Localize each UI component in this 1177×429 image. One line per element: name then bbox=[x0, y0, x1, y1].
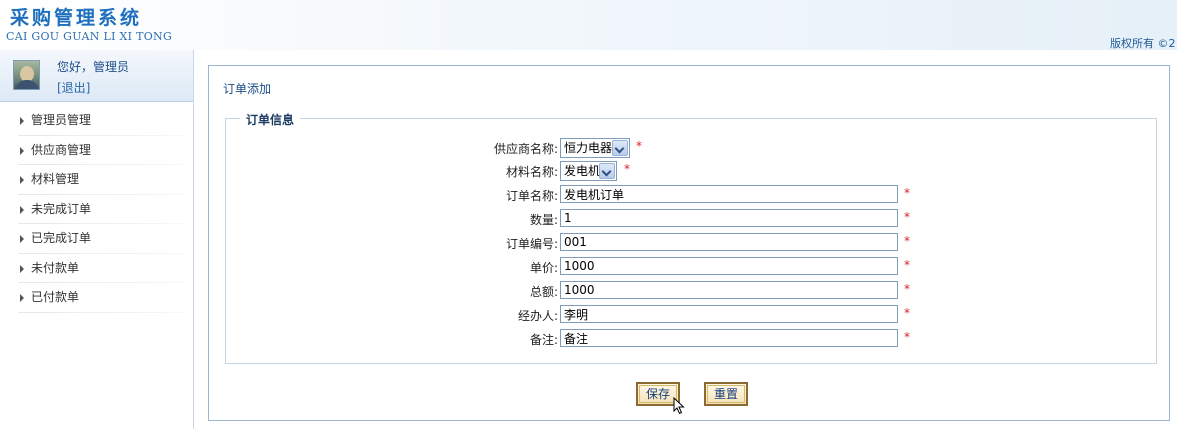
total-input[interactable] bbox=[560, 281, 898, 299]
sidebar-item-unpaid[interactable]: 未付款单 bbox=[0, 254, 193, 284]
form-row-order-number: 订单编号: * bbox=[226, 233, 1158, 251]
chevron-down-icon[interactable] bbox=[612, 140, 628, 156]
breadcrumb: 订单添加 bbox=[223, 82, 272, 96]
required-mark: * bbox=[904, 186, 910, 200]
form-row-total: 总额: * bbox=[226, 281, 1158, 299]
remark-input[interactable] bbox=[560, 329, 898, 347]
sidebar-menu: 管理员管理 供应商管理 材料管理 未完成订单 已完成订单 未付款单 已付款单 bbox=[0, 106, 193, 313]
order-name-label: 订单名称: bbox=[505, 189, 558, 203]
copyright-text: 版权所有 ©2 bbox=[1110, 37, 1176, 50]
form-row-supplier: 供应商名称: 恒力电器 * bbox=[226, 138, 1158, 158]
reset-button[interactable]: 重置 bbox=[704, 382, 748, 406]
form-row-handler: 经办人: * bbox=[226, 305, 1158, 323]
required-mark: * bbox=[904, 234, 910, 248]
arrow-right-icon bbox=[20, 264, 24, 273]
supplier-label: 供应商名称: bbox=[493, 142, 558, 156]
supplier-select-value: 恒力电器 bbox=[564, 141, 613, 155]
total-label: 总额: bbox=[529, 285, 558, 299]
sidebar-item-completed-orders[interactable]: 已完成订单 bbox=[0, 224, 193, 254]
greeting-text: 您好，管理员 bbox=[57, 60, 130, 74]
user-panel: 您好，管理员 [退出] bbox=[0, 50, 193, 102]
app-subtitle: CAI GOU GUAN LI XI TONG bbox=[6, 30, 173, 43]
arrow-right-icon bbox=[20, 176, 24, 184]
required-mark: * bbox=[904, 282, 910, 296]
arrow-right-icon bbox=[20, 205, 24, 214]
required-mark: * bbox=[904, 210, 910, 224]
required-mark: * bbox=[636, 139, 642, 153]
order-name-input[interactable] bbox=[560, 185, 898, 203]
sidebar-item-label: 已付款单 bbox=[31, 290, 80, 304]
sidebar-item-paid[interactable]: 已付款单 bbox=[0, 283, 193, 313]
sidebar-item-label: 供应商管理 bbox=[31, 142, 92, 157]
handler-input[interactable] bbox=[560, 305, 898, 323]
arrow-right-icon bbox=[20, 117, 24, 125]
logout-link[interactable]: [退出] bbox=[57, 79, 90, 96]
chevron-down-icon[interactable] bbox=[599, 163, 615, 179]
avatar-body bbox=[16, 80, 38, 89]
main-panel: 订单添加 订单信息 供应商名称: 恒力电器 * 材料名称: 发电机 * 订单名称… bbox=[208, 65, 1170, 421]
quantity-input[interactable] bbox=[560, 209, 898, 227]
sidebar-item-material[interactable]: 材料管理 bbox=[0, 165, 193, 195]
fieldset-legend: 订单信息 bbox=[240, 111, 301, 128]
material-label: 材料名称: bbox=[505, 165, 558, 179]
sidebar-item-label: 未完成订单 bbox=[31, 201, 92, 216]
form-row-remark: 备注: * bbox=[226, 329, 1158, 347]
sidebar-item-supplier[interactable]: 供应商管理 bbox=[0, 136, 193, 166]
unit-price-label: 单价: bbox=[529, 261, 558, 275]
sidebar-item-pending-orders[interactable]: 未完成订单 bbox=[0, 195, 193, 225]
material-select[interactable]: 发电机 bbox=[560, 161, 617, 181]
form-row-quantity: 数量: * bbox=[226, 209, 1158, 227]
form-row-order-name: 订单名称: * bbox=[226, 185, 1158, 203]
form-row-unit-price: 单价: * bbox=[226, 257, 1158, 275]
avatar bbox=[13, 60, 40, 90]
app-title: 采购管理系统 bbox=[10, 7, 143, 29]
arrow-right-icon bbox=[20, 146, 24, 155]
sidebar-item-label: 管理员管理 bbox=[31, 113, 92, 127]
material-select-value: 发电机 bbox=[564, 164, 601, 178]
mouse-pointer-icon bbox=[673, 397, 685, 415]
required-mark: * bbox=[904, 306, 910, 320]
required-mark: * bbox=[904, 330, 910, 344]
unit-price-input[interactable] bbox=[560, 257, 898, 275]
order-number-label: 订单编号: bbox=[505, 237, 558, 251]
quantity-label: 数量: bbox=[529, 213, 558, 227]
supplier-select[interactable]: 恒力电器 bbox=[560, 138, 630, 158]
required-mark: * bbox=[624, 162, 630, 176]
required-mark: * bbox=[904, 258, 910, 272]
sidebar: 您好，管理员 [退出] 管理员管理 供应商管理 材料管理 未完成订单 已完成订单… bbox=[0, 50, 194, 429]
sidebar-item-label: 材料管理 bbox=[31, 172, 80, 186]
order-number-input[interactable] bbox=[560, 233, 898, 251]
order-info-fieldset: 订单信息 供应商名称: 恒力电器 * 材料名称: 发电机 * 订单名称: * bbox=[225, 111, 1158, 364]
header: 采购管理系统 CAI GOU GUAN LI XI TONG 版权所有 ©2 bbox=[0, 0, 1177, 50]
remark-label: 备注: bbox=[529, 333, 558, 347]
form-row-material: 材料名称: 发电机 * bbox=[226, 161, 1158, 181]
sidebar-item-label: 已完成订单 bbox=[31, 231, 92, 245]
arrow-right-icon bbox=[20, 235, 24, 243]
sidebar-item-label: 未付款单 bbox=[31, 260, 80, 275]
handler-label: 经办人: bbox=[517, 309, 558, 323]
arrow-right-icon bbox=[20, 294, 24, 302]
sidebar-item-admin[interactable]: 管理员管理 bbox=[0, 106, 193, 136]
